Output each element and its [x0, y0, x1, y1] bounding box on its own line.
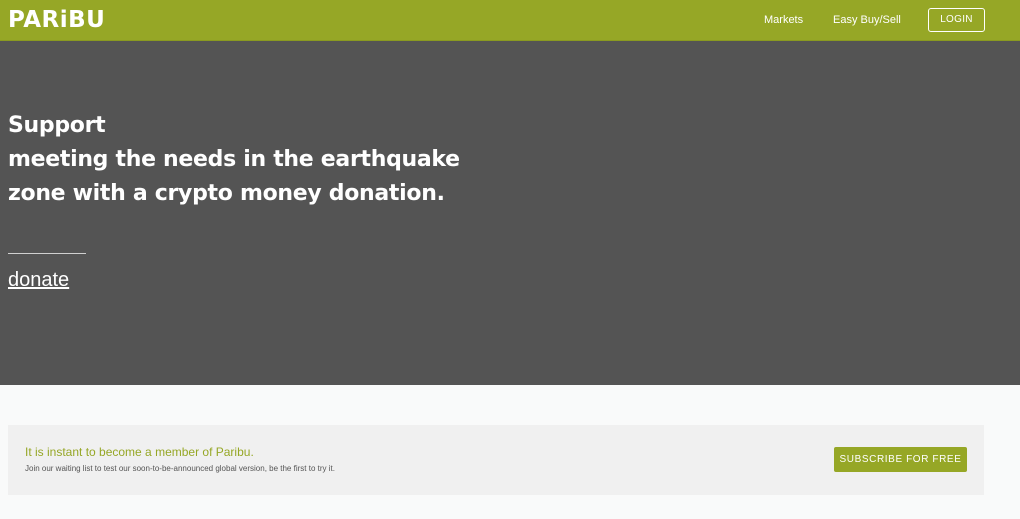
hero-divider [8, 253, 86, 254]
subscribe-button[interactable]: SUBSCRIBE FOR FREE [834, 447, 967, 472]
membership-cta-box: It is instant to become a member of Pari… [8, 425, 984, 495]
hero-banner: Support meeting the needs in the earthqu… [0, 41, 1020, 385]
cta-title: It is instant to become a member of Pari… [25, 445, 254, 459]
hero-heading-line: meeting the needs in the earthquake [8, 147, 460, 172]
nav-link-markets[interactable]: Markets [764, 13, 803, 27]
cta-subtitle: Join our waiting list to test our soon-t… [25, 464, 335, 473]
login-button[interactable]: LOGIN [928, 8, 985, 32]
top-navbar: PARiBU Markets Easy Buy/Sell LOGIN [0, 0, 1020, 41]
paribu-logo[interactable]: PARiBU [8, 7, 105, 33]
nav-link-easy-buy-sell[interactable]: Easy Buy/Sell [833, 13, 901, 27]
hero-heading: Support meeting the needs in the earthqu… [8, 109, 460, 211]
hero-heading-line: zone with a crypto money donation. [8, 181, 445, 206]
donate-link[interactable]: donate [8, 268, 69, 292]
hero-heading-line: Support [8, 113, 106, 138]
